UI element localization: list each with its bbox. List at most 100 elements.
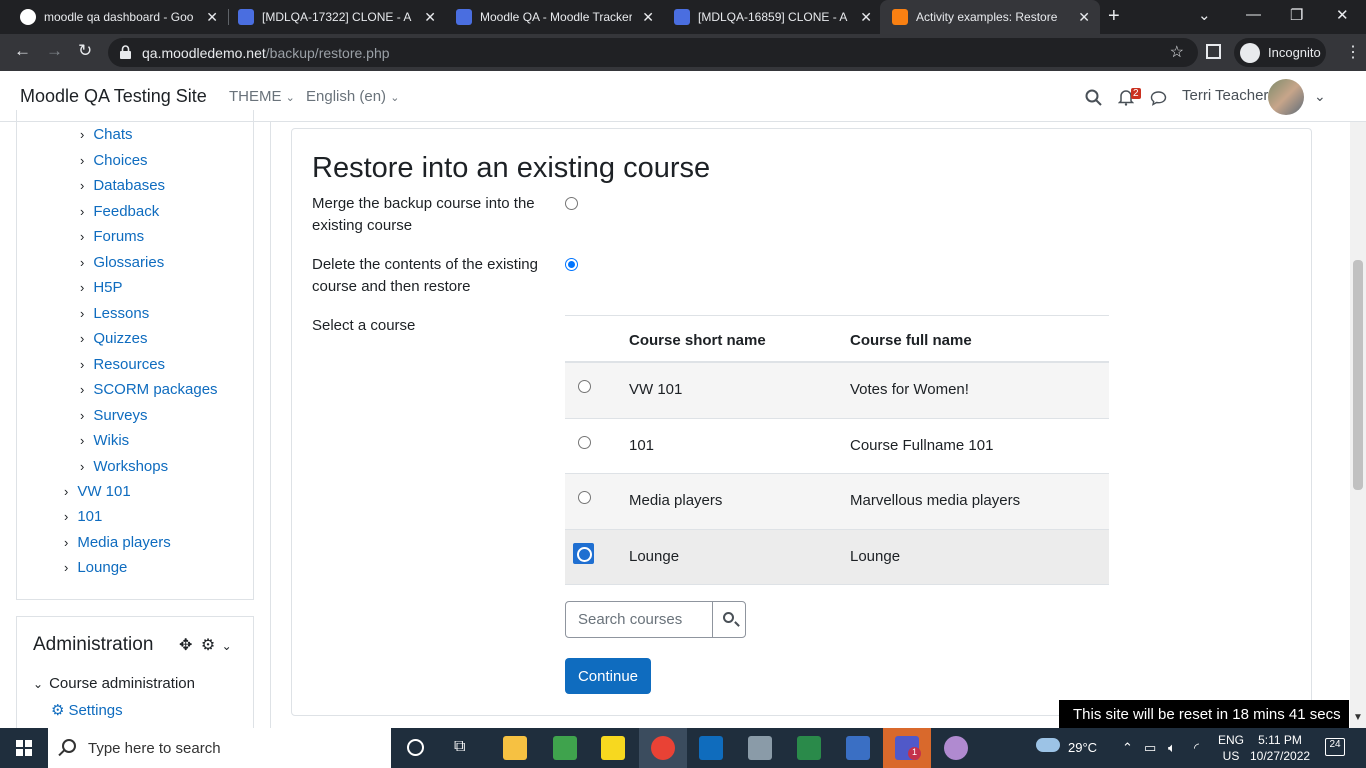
course-administration-node[interactable]: ⌄ Course administration [33,675,195,692]
more-menu-icon[interactable]: ⋮ [1345,42,1361,62]
user-name[interactable]: Terri Teacher [1182,87,1268,104]
incognito-indicator[interactable]: Incognito [1234,38,1326,67]
sidebar-course-101[interactable]: › 101 [64,508,102,525]
side-panel-icon[interactable] [1206,44,1221,59]
minimize-icon[interactable]: — [1246,6,1261,23]
sidebar-course-vw-101[interactable]: › VW 101 [64,483,131,500]
clock[interactable]: 5:11 PM 10/27/2022 [1250,732,1310,764]
url-field[interactable]: qa.moodledemo.net/backup/restore.php ☆ [108,38,1198,67]
course-radio-focused[interactable] [573,542,594,564]
move-icon[interactable]: ✥ [179,637,192,654]
remote-desktop-icon[interactable] [846,736,870,760]
spreadsheet-icon[interactable] [797,736,821,760]
action-center-icon[interactable]: 24 [1325,738,1345,756]
chevron-right-icon: › [80,203,85,219]
close-icon[interactable]: ✕ [424,9,436,26]
sidebar-item-h5p[interactable]: › H5P [80,279,123,296]
close-icon[interactable]: ✕ [642,9,654,26]
chevron-down-icon[interactable]: ⌄ [222,639,232,653]
theme-menu[interactable]: THEME ⌄ [229,88,295,105]
paint-icon[interactable] [944,736,968,760]
sidebar-item-forums[interactable]: › Forums [80,228,144,245]
close-window-icon[interactable]: ✕ [1336,6,1349,24]
chevron-up-icon[interactable]: ⌃ [1122,740,1133,756]
taskbar-search[interactable]: Type here to search [48,728,391,768]
windows-start-icon[interactable] [16,740,32,756]
tab-search-icon[interactable]: ⌄ [1198,6,1211,24]
volume-icon[interactable]: 🔈︎ [1168,740,1176,756]
table-row[interactable]: 101 Course Fullname 101 [565,419,1109,474]
sidebar-item-choices[interactable]: › Choices [80,152,148,169]
course-radio[interactable] [578,380,591,393]
browser-tab-4[interactable]: [MDLQA-16859] CLONE - A t ✕ [654,0,882,34]
temperature[interactable]: 29°C [1068,740,1097,755]
message-icon[interactable] [1150,90,1167,106]
sidebar-item-resources[interactable]: › Resources [80,356,165,373]
sidebar-course-lounge[interactable]: › Lounge [64,559,127,576]
restore-icon[interactable]: ❐ [1290,6,1303,24]
sidebar-item-chats[interactable]: › Chats [80,126,133,143]
table-row[interactable]: Lounge Lounge [565,529,1109,585]
browser-tab-active[interactable]: Activity examples: Restore ✕ [880,0,1100,34]
sidebar-item-databases[interactable]: › Databases [80,177,165,194]
close-icon[interactable]: ✕ [1078,9,1090,26]
scroll-down-arrow-icon[interactable]: ▼ [1350,708,1366,728]
battery-icon[interactable]: ▭ [1144,740,1156,756]
cortana-icon[interactable] [407,739,424,756]
chevron-right-icon: › [80,433,85,448]
search-icon[interactable] [1085,89,1102,106]
reset-banner: This site will be reset in 18 mins 41 se… [1059,700,1349,728]
avatar[interactable] [1268,79,1304,115]
forward-icon[interactable]: → [46,41,63,61]
browser-tab-3[interactable]: Moodle QA - Moodle Tracker ✕ [436,0,664,34]
wifi-icon[interactable]: ◜ [1194,740,1199,756]
file-explorer-icon[interactable] [503,736,527,760]
continue-button[interactable]: Continue [565,658,651,694]
merge-radio[interactable] [565,197,578,210]
page-scrollbar[interactable] [1350,122,1366,728]
sidebar-item-wikis[interactable]: › Wikis [80,432,129,449]
course-radio[interactable] [578,491,591,504]
sidebar-item-glossaries[interactable]: › Glossaries [80,254,164,271]
windows-taskbar: Type here to search ⧉ 1 29°C ⌃ ▭ 🔈︎ ◜ EN… [0,728,1366,768]
language-indicator[interactable]: ENG US [1218,732,1244,764]
settings-link[interactable]: ⚙ Settings [51,701,123,719]
search-courses-button[interactable] [712,601,746,638]
sidebar-item-workshops[interactable]: › Workshops [80,458,168,475]
sticky-notes-icon[interactable] [601,736,625,760]
sidebar-item-quizzes[interactable]: › Quizzes [80,330,148,347]
chevron-down-icon[interactable]: ⌄ [1314,88,1326,105]
course-radio[interactable] [578,435,591,449]
gear-icon[interactable]: ⚙ [201,637,215,654]
sidebar-course-media-players[interactable]: › Media players [64,534,171,551]
notification-badge: 2 [1131,88,1141,99]
delete-radio[interactable] [565,258,578,271]
new-tab-icon[interactable]: + [1108,5,1120,28]
bookmark-star-icon[interactable]: ☆ [1170,42,1184,62]
course-short-name: Lounge [629,547,680,565]
chevron-right-icon: › [80,152,85,168]
close-icon[interactable]: ✕ [206,9,218,26]
app-icon[interactable] [748,736,772,760]
sidebar-item-lessons[interactable]: › Lessons [80,305,149,322]
site-name[interactable]: Moodle QA Testing Site [20,86,207,107]
column-divider [270,122,271,728]
language-menu[interactable]: English (en) ⌄ [306,88,399,105]
close-icon[interactable]: ✕ [860,9,872,26]
sidebar-item-surveys[interactable]: › Surveys [80,407,148,424]
table-row[interactable]: Media players Marvellous media players [565,474,1109,530]
weather-cloud-icon[interactable] [1036,738,1060,752]
sidebar-item-scorm-packages[interactable]: › SCORM packages [80,381,218,398]
table-row[interactable]: VW 101 Votes for Women! [565,363,1109,419]
back-icon[interactable]: ← [14,41,31,61]
reload-icon[interactable]: ↻ [78,41,92,61]
browser-tab-1[interactable]: moodle qa dashboard - Goo ✕ [0,0,228,34]
snipping-tool-icon[interactable] [553,736,577,760]
browser-tab-2[interactable]: [MDLQA-17322] CLONE - A t ✕ [218,0,446,34]
task-view-icon[interactable]: ⧉ [454,738,465,756]
scrollbar-thumb[interactable] [1353,260,1363,490]
chrome-icon[interactable] [651,736,675,760]
outlook-icon[interactable] [699,736,723,760]
sidebar-item-feedback[interactable]: › Feedback [80,203,159,220]
search-courses-input[interactable] [565,601,713,638]
